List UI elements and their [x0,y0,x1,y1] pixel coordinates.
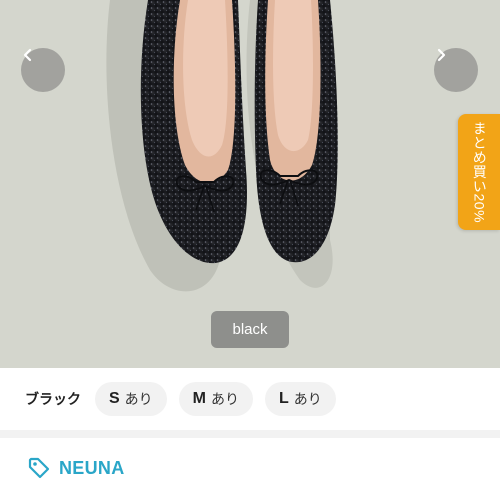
size-label: L [279,390,289,407]
size-availability: あり [211,391,239,407]
image-color-label: black [211,311,289,348]
variant-color-name: ブラック [25,391,81,407]
size-label: S [109,390,120,407]
next-image-button[interactable] [434,48,478,92]
brand-link[interactable]: NEUNA [27,456,125,480]
chevron-right-icon [437,48,446,62]
bulk-discount-tab[interactable]: まとめ買い20% [458,114,500,230]
brand-name: NEUNA [59,457,125,478]
previous-image-button[interactable] [21,48,65,92]
size-chip-s[interactable]: S あり [95,382,167,416]
product-image-carousel[interactable]: black まとめ買い20% [0,0,500,368]
bulk-discount-label: まとめ買い20% [471,120,488,224]
size-selector-row: ブラック S あり M あり L あり [0,368,500,430]
size-availability: あり [124,391,153,407]
size-availability: あり [293,391,322,407]
section-divider [0,430,500,438]
chevron-left-icon [23,48,32,62]
tag-icon [28,457,50,479]
size-chip-m[interactable]: M あり [178,382,253,416]
size-label: M [192,390,206,407]
size-chip-l[interactable]: L あり [265,382,336,416]
